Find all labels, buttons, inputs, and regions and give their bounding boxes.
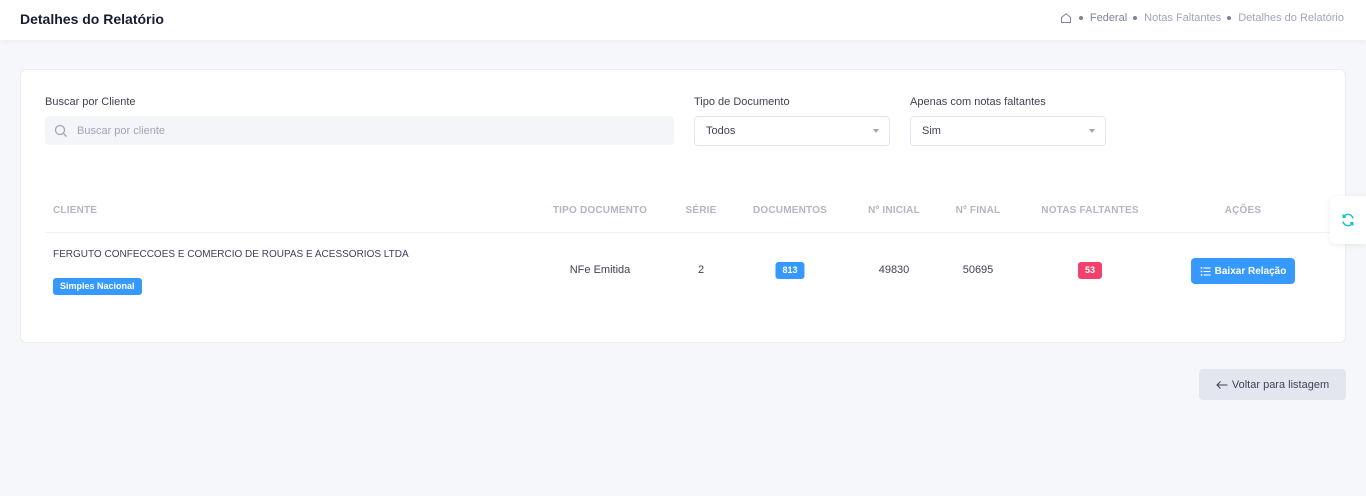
initial-number-cell: 49830	[878, 264, 910, 276]
doc-type-label: Tipo de Documento	[694, 96, 790, 108]
refresh-icon	[1342, 213, 1354, 227]
doc-type-select[interactable]: Todos	[694, 116, 890, 146]
missing-only-value: Sim	[922, 125, 941, 137]
search-input[interactable]	[77, 124, 637, 137]
documents-count-badge: 813	[775, 262, 805, 279]
search-icon	[54, 124, 67, 137]
breadcrumb-separator	[1078, 16, 1083, 20]
column-header-inicial: Nº INICIAL	[868, 205, 920, 216]
arrow-left-icon	[1216, 380, 1228, 389]
series-cell: 2	[697, 264, 705, 276]
download-report-button[interactable]: Baixar Relação	[1191, 258, 1295, 284]
breadcrumb-separator	[1227, 16, 1232, 20]
document-type-cell: NFe Emitida	[569, 264, 631, 276]
breadcrumb-item-federal[interactable]: Federal	[1090, 12, 1127, 24]
regime-badge: Simples Nacional	[53, 278, 142, 295]
column-header-cliente: CLIENTE	[53, 205, 98, 216]
refresh-widget[interactable]	[1330, 196, 1366, 244]
page-title: Detalhes do Relatório	[20, 11, 164, 27]
missing-only-label: Apenas com notas faltantes	[910, 96, 1046, 108]
breadcrumb-item-current: Detalhes do Relatório	[1238, 12, 1344, 24]
column-header-serie: SÉRIE	[685, 205, 717, 216]
chevron-down-icon	[873, 129, 879, 133]
final-number-cell: 50695	[962, 264, 994, 276]
table-header-divider	[45, 232, 1347, 233]
search-field[interactable]	[45, 116, 674, 145]
report-card: Buscar por Cliente Tipo de Documento Tod…	[20, 69, 1347, 343]
missing-only-select[interactable]: Sim	[910, 116, 1106, 146]
download-report-label: Baixar Relação	[1214, 265, 1287, 277]
column-header-tipo-documento: TIPO DOCUMENTO	[552, 205, 648, 216]
client-name: FERGUTO CONFECCOES E COMERCIO DE ROUPAS …	[53, 249, 409, 260]
column-header-final: Nº FINAL	[955, 205, 1001, 216]
breadcrumb: Federal Notas Faltantes Detalhes do Rela…	[1060, 12, 1344, 24]
list-icon	[1200, 266, 1211, 276]
search-label: Buscar por Cliente	[45, 96, 136, 108]
breadcrumb-separator	[1133, 16, 1138, 20]
top-bar: Detalhes do Relatório Federal Notas Falt…	[0, 0, 1366, 40]
column-header-acoes: AÇÕES	[1224, 205, 1262, 216]
back-to-list-label: Voltar para listagem	[1231, 378, 1330, 391]
doc-type-value: Todos	[706, 125, 736, 137]
column-header-notas-faltantes: NOTAS FALTANTES	[1041, 205, 1139, 216]
column-header-documentos: DOCUMENTOS	[752, 205, 828, 216]
breadcrumb-item-notas-faltantes[interactable]: Notas Faltantes	[1144, 12, 1221, 24]
missing-notes-badge: 53	[1077, 262, 1103, 279]
home-icon[interactable]	[1060, 12, 1072, 24]
back-to-list-button[interactable]: Voltar para listagem	[1199, 369, 1346, 400]
chevron-down-icon	[1089, 129, 1095, 133]
